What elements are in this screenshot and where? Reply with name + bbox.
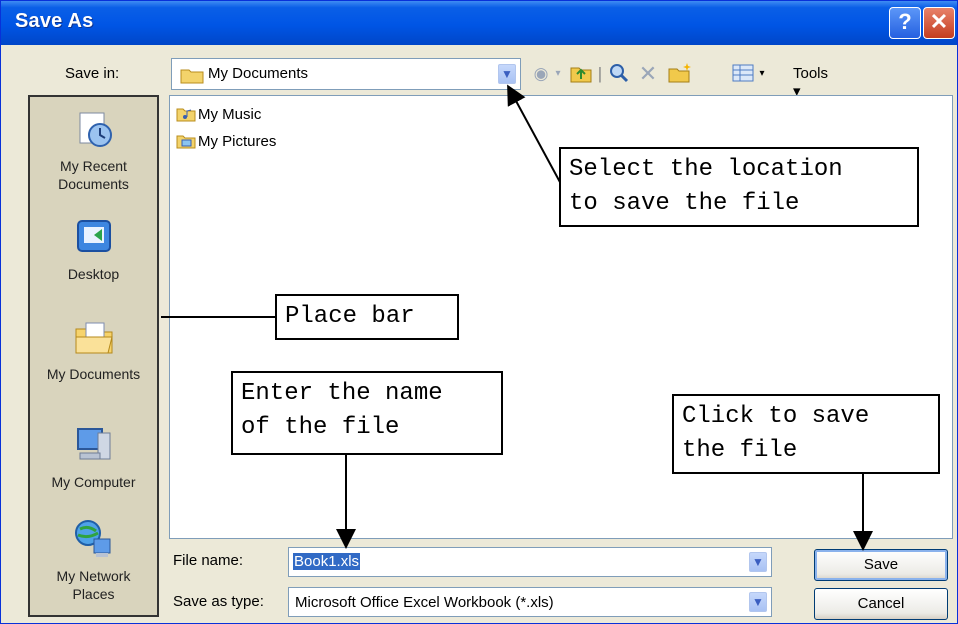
window-title: Save As [15,10,94,32]
file-name: My Music [198,106,262,123]
cancel-button[interactable]: Cancel [814,588,948,620]
recent-documents-icon [79,112,112,147]
place-my-recent-documents[interactable]: My Recent Documents [30,107,157,193]
network-places-icon [74,520,110,557]
save-in-value: My Documents [208,65,309,82]
save-button[interactable]: Save [814,549,948,581]
pictures-folder-icon [176,135,196,149]
list-item[interactable]: My Pictures [176,131,276,153]
list-item[interactable]: My Music [176,104,261,126]
place-label: Desktop [67,266,120,282]
chevron-down-icon[interactable]: ▼ [749,552,767,572]
separator: | [597,64,603,83]
place-label: My Documents [46,366,141,382]
back-icon[interactable]: ◉ [531,61,551,87]
search-web-icon[interactable] [607,61,631,87]
place-my-documents[interactable]: My Documents [30,315,157,383]
save-in-combo[interactable]: My Documents ▼ [171,58,521,90]
callout-file-name: Enter the name of the file [231,371,503,455]
place-label: My Network Places [56,568,131,602]
place-my-network-places[interactable]: My Network Places [30,517,157,603]
up-folder-icon[interactable] [569,61,593,87]
callout-place-bar: Place bar [275,294,459,340]
views-dropdown-icon[interactable]: ▾ [757,61,767,87]
my-computer-icon [76,428,110,460]
file-name-label: File name: [173,552,244,569]
save-as-type-select[interactable]: Microsoft Office Excel Workbook (*.xls) … [288,587,772,617]
save-as-type-value: Microsoft Office Excel Workbook (*.xls) [295,594,554,611]
place-desktop[interactable]: Desktop [30,215,157,283]
file-name-input[interactable]: Book1.xls ▼ [288,547,772,577]
place-label: My Recent Documents [58,158,129,192]
chevron-down-icon[interactable]: ▼ [498,64,516,84]
folder-icon [180,69,204,84]
save-in-label: Save in: [65,65,120,82]
close-button[interactable]: ✕ [923,7,955,39]
place-my-computer[interactable]: My Computer [30,423,157,491]
delete-icon[interactable]: ✕ [637,61,659,87]
tools-label: Tools [793,65,829,82]
place-label: My Computer [51,474,136,490]
file-name: My Pictures [198,133,277,150]
desktop-icon [76,220,111,252]
save-as-type-label: Save as type: [173,593,264,610]
save-as-dialog: Save As ? ✕ Save in: My Documents ▼ ◉ ▾ … [0,0,958,624]
new-folder-icon[interactable] [667,61,693,87]
file-name-value: Book1.xls [293,553,361,570]
callout-location: Select the location to save the file [559,147,919,227]
help-button[interactable]: ? [889,7,921,39]
chevron-down-icon[interactable]: ▼ [749,592,767,612]
views-icon[interactable] [731,61,755,87]
callout-save: Click to save the file [672,394,940,474]
my-documents-icon [75,322,113,354]
title-bar[interactable]: Save As ? ✕ [1,1,957,45]
back-dropdown-icon[interactable]: ▾ [553,61,563,87]
place-bar: My Recent Documents Desktop My Documents [28,95,159,617]
music-folder-icon [176,108,196,122]
